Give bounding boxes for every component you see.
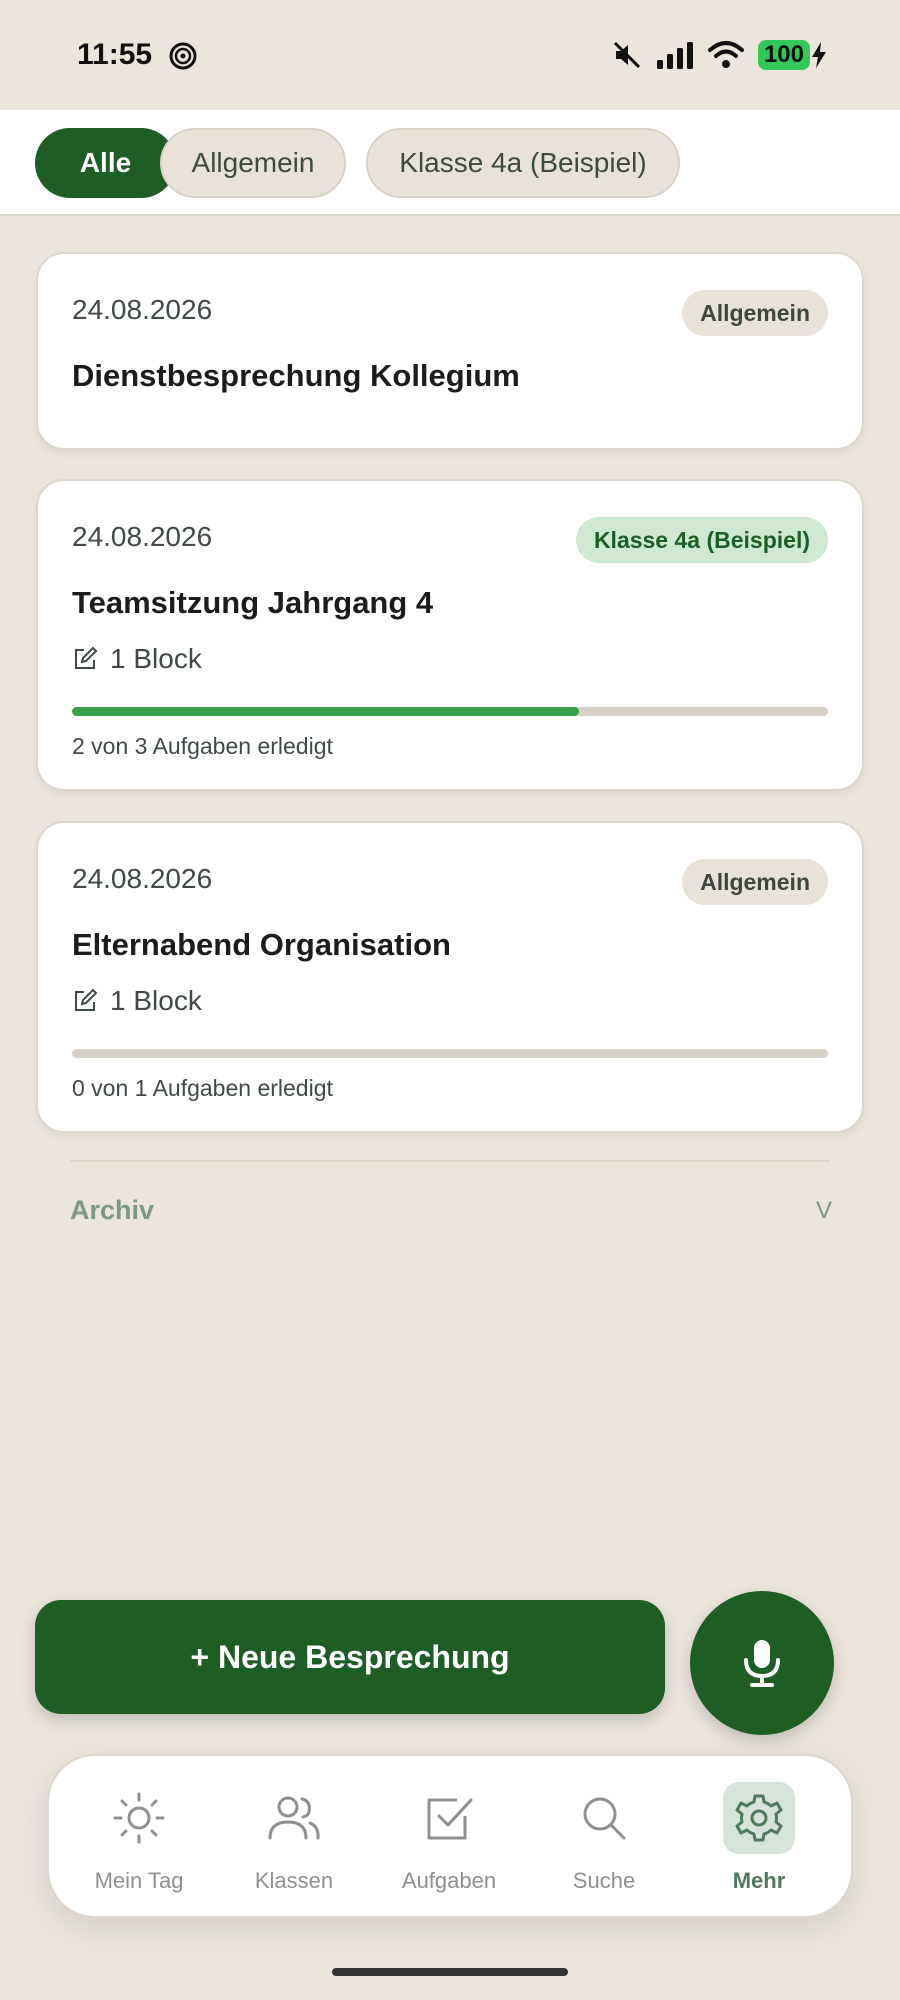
status-icons: 100 — [612, 38, 828, 72]
status-bar: 11:55 100 — [0, 0, 900, 110]
category-badge: Allgemein — [682, 859, 828, 905]
meeting-title: Elternabend Organisation — [72, 927, 451, 962]
status-time: 11:55 — [77, 38, 153, 71]
microphone-icon — [744, 1640, 780, 1687]
battery-level: 100 — [757, 40, 810, 70]
block-count: 1 Block — [72, 643, 202, 675]
block-count-label: 1 Block — [110, 643, 202, 674]
edit-icon — [75, 988, 98, 1011]
battery-icon: 100 — [757, 40, 828, 70]
nav-label: Aufgaben — [401, 1868, 497, 1893]
category-badge: Allgemein — [682, 290, 828, 336]
bottom-navigation: Mein Tag Klassen Aufgaben Suche Mehr — [47, 1754, 853, 1918]
block-count: 1 Block — [72, 985, 202, 1017]
edit-icon — [75, 646, 98, 669]
checkbox-icon — [413, 1782, 485, 1854]
block-count-label: 1 Block — [110, 985, 202, 1016]
filter-chip-allgemein[interactable]: Allgemein — [160, 128, 346, 198]
meeting-date: 24.08.2026 — [72, 294, 213, 325]
task-progress-bar — [72, 707, 828, 716]
users-icon — [258, 1782, 330, 1854]
nav-item-klassen[interactable]: Klassen — [219, 1756, 369, 1920]
meeting-date: 24.08.2026 — [72, 863, 213, 894]
nav-label: Mehr — [732, 1868, 786, 1893]
meeting-card[interactable]: 24.08.2026 Allgemein Dienstbesprechung K… — [36, 252, 864, 450]
sun-icon — [103, 1782, 175, 1854]
signal-icon — [656, 42, 693, 69]
archive-divider — [70, 1160, 830, 1162]
meeting-title: Dienstbesprechung Kollegium — [72, 358, 520, 393]
archive-toggle[interactable]: Archiv — [70, 1195, 154, 1226]
filter-chip-alle[interactable]: Alle — [35, 128, 176, 198]
nav-label: Suche — [572, 1868, 636, 1893]
focus-icon — [169, 42, 197, 70]
gear-icon — [723, 1782, 795, 1854]
meeting-title: Teamsitzung Jahrgang 4 — [72, 585, 434, 620]
meeting-card[interactable]: 24.08.2026 Allgemein Elternabend Organis… — [36, 821, 864, 1133]
task-progress-bar — [72, 1049, 828, 1058]
filter-bar: Alle Allgemein Klasse 4a (Beispiel) — [0, 110, 900, 216]
nav-item-suche[interactable]: Suche — [529, 1756, 679, 1920]
task-progress-text: 0 von 1 Aufgaben erledigt — [72, 1075, 333, 1101]
nav-item-mehr[interactable]: Mehr — [684, 1756, 834, 1920]
charging-icon — [812, 42, 826, 68]
meeting-card[interactable]: 24.08.2026 Klasse 4a (Beispiel) Teamsitz… — [36, 479, 864, 791]
nav-item-mein-tag[interactable]: Mein Tag — [64, 1756, 214, 1920]
search-icon — [568, 1782, 640, 1854]
mute-icon — [613, 41, 641, 69]
voice-input-button[interactable] — [690, 1591, 834, 1735]
filter-chip-klasse-4a[interactable]: Klasse 4a (Beispiel) — [366, 128, 680, 198]
home-indicator — [332, 1968, 568, 1976]
chevron-down-icon[interactable]: V — [816, 1197, 832, 1225]
nav-label: Mein Tag — [94, 1868, 184, 1893]
category-badge: Klasse 4a (Beispiel) — [575, 517, 828, 563]
wifi-icon — [707, 41, 744, 68]
meeting-date: 24.08.2026 — [72, 521, 213, 552]
nav-item-aufgaben[interactable]: Aufgaben — [374, 1756, 524, 1920]
task-progress-fill — [72, 707, 579, 716]
nav-label: Klassen — [254, 1868, 334, 1893]
task-progress-text: 2 von 3 Aufgaben erledigt — [72, 733, 333, 759]
new-meeting-button[interactable]: + Neue Besprechung — [35, 1600, 665, 1714]
